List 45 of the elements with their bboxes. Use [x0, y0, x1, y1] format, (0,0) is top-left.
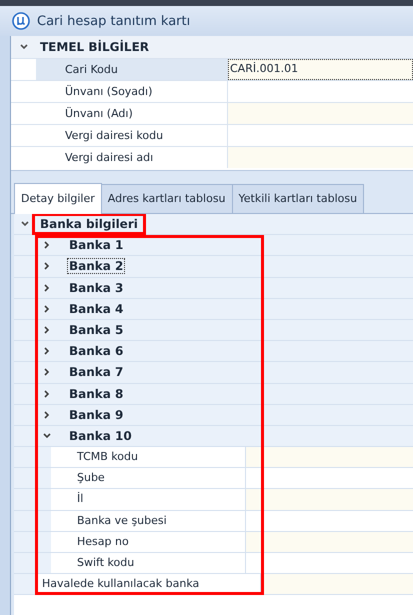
chevron-icon[interactable]	[42, 367, 52, 378]
group-label: Banka 3	[68, 280, 124, 295]
field-value[interactable]: CARİ.001.01	[228, 59, 413, 80]
field-value[interactable]	[246, 447, 413, 468]
field-value[interactable]	[246, 553, 413, 574]
category-label: Banka bilgileri	[34, 215, 144, 234]
field-label: Hesap no	[51, 532, 246, 552]
chevron-icon[interactable]	[42, 261, 52, 272]
chevron-icon[interactable]	[42, 240, 52, 250]
group-label: Banka 4	[68, 302, 124, 316]
field-value[interactable]	[228, 147, 413, 168]
group-label: Banka 5	[68, 323, 124, 338]
chevron-icon[interactable]	[42, 430, 52, 441]
window-title: Cari hesap tanıtım kartı	[37, 14, 190, 28]
field-label: Cari Kodu	[36, 59, 228, 80]
group-label: Banka 7	[68, 365, 124, 380]
group-label: Banka 10	[68, 428, 133, 443]
chevron-icon[interactable]	[42, 304, 52, 314]
field-label: Banka ve şubesi	[51, 510, 246, 531]
group-label: Banka 1	[68, 238, 124, 252]
chevron-icon[interactable]	[42, 346, 52, 356]
field-value[interactable]	[246, 510, 413, 531]
chevron-icon[interactable]	[42, 282, 52, 293]
field-value[interactable]	[246, 468, 413, 488]
tab[interactable]: Adres kartları tablosu	[100, 184, 233, 213]
chevron-icon[interactable]	[19, 42, 29, 52]
field-label: Şube	[51, 468, 246, 488]
chevron-icon[interactable]	[42, 325, 52, 336]
group-label: Banka 8	[68, 386, 124, 401]
field-value[interactable]	[228, 103, 413, 124]
group-label: Banka 2	[68, 259, 124, 274]
field-value[interactable]	[246, 489, 413, 510]
section-title: TEMEL BİLGİLER	[40, 40, 150, 54]
chevron-icon[interactable]	[42, 388, 52, 399]
field-value[interactable]	[261, 574, 413, 594]
group-label: Banka 9	[68, 408, 124, 422]
field-label: İl	[51, 489, 246, 510]
app-logo-icon	[12, 12, 30, 30]
field-value[interactable]	[246, 532, 413, 552]
chevron-icon[interactable]	[42, 410, 52, 420]
tab[interactable]: Detay bilgiler	[14, 183, 102, 214]
field-label: Swift kodu	[51, 553, 246, 574]
field-label: TCMB kodu	[51, 447, 246, 468]
tab[interactable]: Yetkili kartları tablosu	[232, 184, 364, 213]
group-label: Banka 6	[68, 344, 124, 358]
